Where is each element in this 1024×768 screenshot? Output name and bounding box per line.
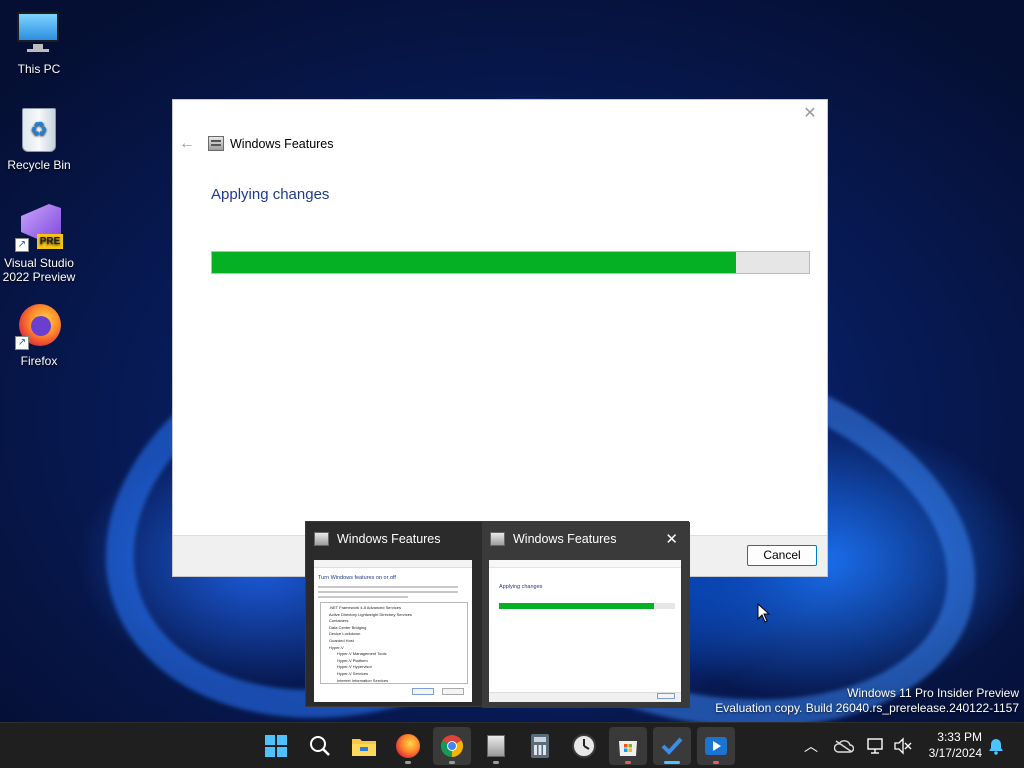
thumbnail-image: Turn Windows features on or off .NET Fra… bbox=[314, 560, 472, 702]
windows-features-icon bbox=[314, 532, 329, 546]
mini-progress-fill bbox=[499, 603, 654, 609]
calculator-icon bbox=[531, 734, 549, 758]
microsoft-store-icon bbox=[619, 741, 637, 756]
evaluation-watermark: Windows 11 Pro Insider Preview Evaluatio… bbox=[715, 686, 1019, 716]
todo-taskbar-button[interactable] bbox=[653, 727, 691, 765]
watermark-line1: Windows 11 Pro Insider Preview bbox=[847, 686, 1019, 700]
cancel-button[interactable]: Cancel bbox=[747, 545, 817, 566]
monitor-icon bbox=[15, 10, 63, 58]
windows-features-icon bbox=[208, 136, 224, 151]
clock-icon bbox=[572, 734, 596, 758]
watermark-line2: Evaluation copy. Build 26040.rs_prerelea… bbox=[715, 701, 1019, 715]
desktop-icon-label-line2: 2022 Preview bbox=[2, 270, 76, 284]
mini-feature-row: Device Lockdown bbox=[329, 631, 361, 637]
thumbnail-title: Windows Features bbox=[337, 532, 441, 546]
dialog-title: Windows Features bbox=[230, 137, 334, 151]
mini-feature-row: Hyper-V Platform bbox=[337, 657, 368, 663]
microsoft-store-taskbar-button[interactable] bbox=[609, 727, 647, 765]
desktop-icon-label: This PC bbox=[17, 62, 61, 76]
windows-features-dialog: ✕ ← Windows Features Applying changes Ca… bbox=[172, 99, 828, 577]
mini-progress-bar bbox=[499, 603, 675, 609]
mini-feature-list: .NET Framework 4.8 Advanced Services Acti… bbox=[320, 602, 468, 684]
progress-bar bbox=[211, 251, 810, 274]
show-hidden-icons-button[interactable]: ︿ bbox=[804, 723, 818, 768]
shortcut-arrow-icon: ↗ bbox=[15, 238, 29, 252]
firefox-icon: ↗ bbox=[15, 302, 63, 350]
taskbar: ︿ 3:33 PM 3/17/2024 bbox=[0, 722, 1024, 768]
pre-badge: PRE bbox=[37, 234, 63, 249]
clock-taskbar-button[interactable] bbox=[565, 727, 603, 765]
desktop-icon-firefox[interactable]: ↗ Firefox bbox=[0, 302, 78, 368]
mini-feature-row: Active Directory Lightweight Directory S… bbox=[329, 611, 412, 617]
start-button[interactable] bbox=[257, 727, 295, 765]
network-icon bbox=[867, 738, 883, 754]
progress-bar-fill bbox=[212, 252, 736, 273]
firefox-taskbar-button[interactable] bbox=[389, 727, 427, 765]
mini-heading: Turn Windows features on or off bbox=[318, 575, 396, 581]
windows-features-icon bbox=[490, 532, 505, 546]
desktop-icon-this-pc[interactable]: This PC bbox=[0, 10, 78, 76]
visual-studio-preview-icon: PRE ↗ bbox=[15, 204, 63, 252]
thumbnail-title: Windows Features bbox=[513, 532, 617, 546]
desktop-icon-recycle-bin[interactable]: ♻ Recycle Bin bbox=[0, 106, 78, 172]
calculator-taskbar-button[interactable] bbox=[521, 727, 559, 765]
clock-time: 3:33 PM bbox=[937, 730, 982, 744]
windows-features-icon bbox=[487, 735, 505, 757]
chrome-icon bbox=[441, 735, 463, 757]
todo-icon bbox=[661, 737, 683, 755]
network-button[interactable] bbox=[866, 723, 886, 768]
start-icon bbox=[265, 735, 287, 757]
mini-feature-row: Hyper-V bbox=[329, 644, 344, 650]
recycle-bin-icon: ♻ bbox=[15, 106, 63, 154]
clock-date: 3/17/2024 bbox=[928, 746, 982, 760]
mini-feature-row: Hyper-V Hypervisor bbox=[337, 664, 372, 670]
windows-features-taskbar-button[interactable] bbox=[477, 727, 515, 765]
volume-muted-icon bbox=[894, 737, 912, 755]
mini-feature-row: Hyper-V Management Tools bbox=[337, 651, 387, 657]
onedrive-button[interactable] bbox=[834, 723, 854, 768]
desktop-icon-visual-studio[interactable]: PRE ↗ Visual Studio 2022 Preview bbox=[0, 204, 78, 284]
firefox-icon bbox=[396, 734, 420, 758]
applying-changes-heading: Applying changes bbox=[211, 186, 330, 203]
desktop-icon-label: Recycle Bin bbox=[7, 158, 71, 172]
media-player-taskbar-button[interactable] bbox=[697, 727, 735, 765]
notifications-button[interactable] bbox=[987, 723, 1005, 768]
chevron-up-icon: ︿ bbox=[804, 738, 818, 754]
close-icon[interactable]: ✕ bbox=[665, 530, 678, 548]
onedrive-offline-icon bbox=[834, 740, 854, 753]
desktop-icon-label-line1: Visual Studio bbox=[4, 256, 74, 270]
media-player-icon bbox=[705, 737, 727, 755]
mini-feature-row: .NET Framework 4.8 Advanced Services bbox=[329, 605, 401, 610]
mini-heading: Applying changes bbox=[499, 584, 543, 590]
search-button[interactable] bbox=[301, 727, 339, 765]
taskbar-thumbnail-preview: Windows Features Turn Windows features o… bbox=[305, 521, 690, 708]
shortcut-arrow-icon: ↗ bbox=[15, 336, 29, 350]
thumbnail-image: Applying changes bbox=[489, 560, 681, 702]
thumbnail-2[interactable]: Windows Features ✕ Applying changes bbox=[482, 522, 690, 708]
volume-button[interactable] bbox=[893, 723, 913, 768]
file-explorer-icon bbox=[352, 739, 376, 756]
thumbnail-1[interactable]: Windows Features Turn Windows features o… bbox=[306, 522, 482, 708]
mini-feature-row: Internet Information Services bbox=[337, 677, 389, 683]
mini-feature-row: Hyper-V Services bbox=[337, 671, 369, 676]
bell-icon bbox=[989, 739, 1003, 755]
mini-feature-row: Containers bbox=[329, 618, 349, 624]
mini-feature-row: Data Center Bridging bbox=[329, 624, 367, 630]
mouse-cursor-icon bbox=[757, 603, 771, 623]
taskbar-clock[interactable]: 3:33 PM 3/17/2024 bbox=[929, 729, 982, 761]
search-icon bbox=[310, 736, 330, 756]
desktop-icon-label: Firefox bbox=[20, 354, 58, 368]
close-icon[interactable]: ✕ bbox=[801, 105, 819, 123]
chrome-taskbar-button[interactable] bbox=[433, 727, 471, 765]
file-explorer-button[interactable] bbox=[345, 727, 383, 765]
mini-feature-row: Guarded Host bbox=[329, 638, 354, 643]
back-arrow-icon: ← bbox=[179, 135, 195, 152]
